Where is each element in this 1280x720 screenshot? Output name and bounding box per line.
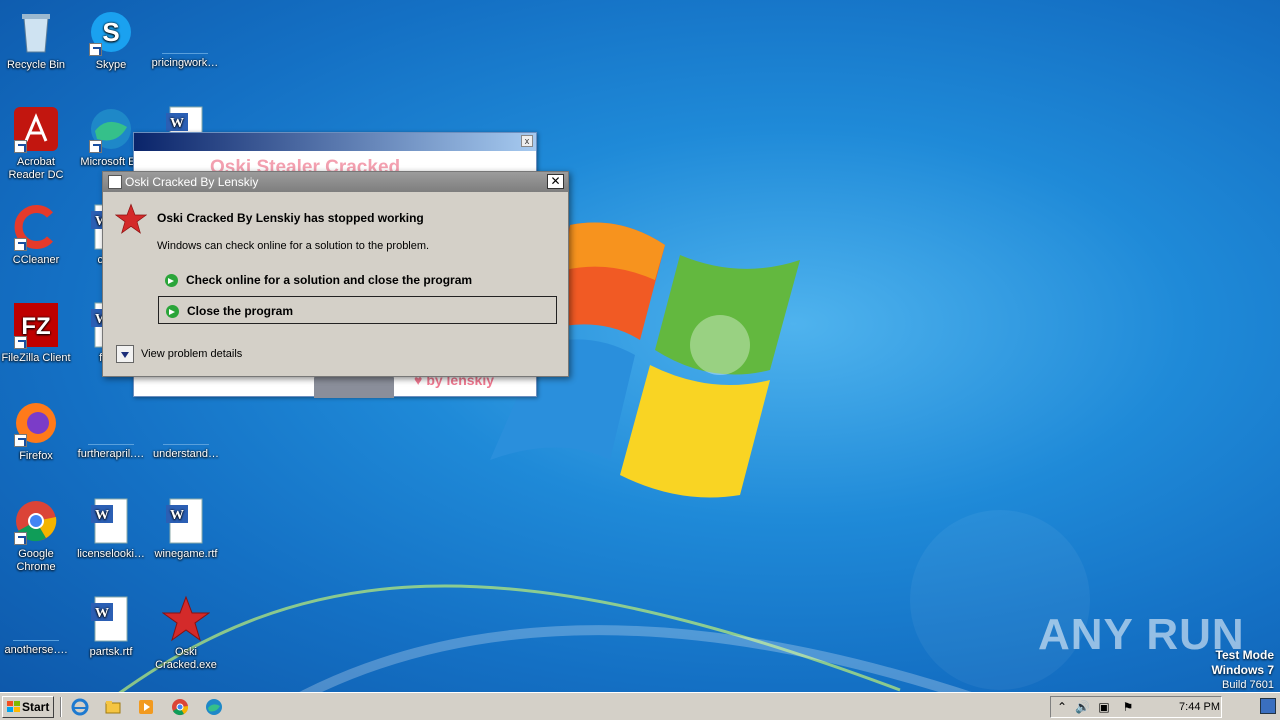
icon-label: CCleaner bbox=[12, 254, 60, 266]
network-icon[interactable]: ▣ bbox=[1097, 700, 1111, 714]
edge-icon bbox=[87, 105, 135, 153]
windows-flag-icon bbox=[7, 701, 20, 712]
dialog-close-button[interactable]: ✕ bbox=[547, 174, 564, 189]
chrome-icon bbox=[12, 497, 60, 545]
red-star-icon bbox=[162, 595, 210, 643]
desktop-icon-winegame[interactable]: W winegame.rtf bbox=[148, 497, 224, 561]
ccleaner-icon bbox=[12, 203, 60, 251]
icon-label: winegame.rtf bbox=[154, 548, 218, 560]
icon-label: Acrobat Reader DC bbox=[8, 156, 64, 181]
desktop-icon-anotherse[interactable]: anotherse…. bbox=[0, 595, 74, 657]
oski-stealer-titlebar[interactable]: x bbox=[134, 133, 536, 151]
acrobat-icon bbox=[12, 105, 60, 153]
desktop-icon-understand[interactable]: understand… bbox=[148, 399, 224, 461]
option-label: Check online for a solution and close th… bbox=[186, 273, 473, 287]
green-arrow-icon bbox=[165, 274, 178, 287]
icon-label: Recycle Bin bbox=[6, 59, 66, 71]
desktop-icon-oski-cracked[interactable]: Oski Cracked.exe bbox=[148, 595, 224, 672]
svg-text:W: W bbox=[170, 116, 184, 131]
blank-file-icon bbox=[162, 32, 208, 54]
icon-label: licenselooki… bbox=[77, 548, 145, 560]
oski-stealer-close-button[interactable]: x bbox=[521, 135, 533, 147]
icon-label: partsk.rtf bbox=[89, 646, 133, 658]
show-hidden-icons-icon[interactable]: ⌃ bbox=[1055, 700, 1069, 714]
close-program-option[interactable]: Close the program bbox=[158, 296, 557, 324]
icon-label: Oski Cracked.exe bbox=[155, 646, 217, 671]
dialog-message: Windows can check online for a solution … bbox=[157, 240, 430, 252]
icon-label: FileZilla Client bbox=[1, 352, 71, 364]
blank-file-icon bbox=[163, 423, 209, 445]
action-center-flag-icon[interactable]: ⚑ bbox=[1121, 700, 1135, 714]
icon-label: Skype bbox=[95, 59, 127, 71]
skype-icon: S bbox=[87, 8, 135, 56]
svg-text:W: W bbox=[95, 508, 109, 523]
desktop-icon-recycle-bin[interactable]: Recycle Bin bbox=[0, 8, 74, 72]
desktop-icon-licenselooki[interactable]: W licenselooki… bbox=[73, 497, 149, 561]
desktop-icon-acrobat[interactable]: Acrobat Reader DC bbox=[0, 105, 74, 182]
desktop-icon-furtherapril[interactable]: furtherapril.… bbox=[73, 399, 149, 461]
icon-label: Firefox bbox=[19, 450, 53, 462]
firefox-icon bbox=[12, 399, 60, 447]
desktop-icon-skype[interactable]: S Skype bbox=[73, 8, 149, 72]
edge-taskbar-icon[interactable] bbox=[205, 698, 223, 716]
ie-icon[interactable] bbox=[71, 698, 89, 716]
blank-file-icon bbox=[88, 423, 134, 445]
option-label: Close the program bbox=[187, 304, 294, 318]
desktop-icon-partsk[interactable]: W partsk.rtf bbox=[73, 595, 149, 659]
blank-file-icon bbox=[13, 619, 59, 641]
chrome-taskbar-icon[interactable] bbox=[171, 698, 189, 716]
show-desktop-button[interactable] bbox=[1260, 698, 1276, 714]
taskbar: Start ⌃ 🔊 ▣ ⚑ 7:44 PM bbox=[0, 692, 1280, 720]
svg-text:S: S bbox=[102, 17, 119, 47]
test-mode-label: Test Mode Windows 7 Build 7601 bbox=[1211, 648, 1274, 692]
icon-label: understand… bbox=[152, 448, 220, 460]
svg-text:W: W bbox=[95, 606, 109, 621]
icon-label: pricingwork… bbox=[151, 57, 219, 69]
desktop-icon-firefox[interactable]: Firefox bbox=[0, 399, 74, 463]
word-doc-icon: W bbox=[87, 497, 135, 545]
test-mode-line: Test Mode bbox=[1215, 648, 1274, 662]
icon-label: anotherse…. bbox=[4, 644, 68, 656]
desktop-icon-filezilla[interactable]: FZ FileZilla Client bbox=[0, 301, 74, 365]
view-problem-details-link[interactable]: View problem details bbox=[141, 348, 242, 360]
chevron-down-icon[interactable] bbox=[116, 345, 134, 363]
start-label: Start bbox=[22, 700, 50, 714]
clock[interactable]: 7:44 PM bbox=[1179, 701, 1220, 713]
desktop-icon-chrome[interactable]: Google Chrome bbox=[0, 497, 74, 574]
icon-label: Google Chrome bbox=[16, 548, 56, 573]
desktop-icon-ccleaner[interactable]: CCleaner bbox=[0, 203, 74, 267]
explorer-folder-icon[interactable] bbox=[104, 698, 122, 716]
green-arrow-icon bbox=[166, 305, 179, 318]
filezilla-icon: FZ bbox=[12, 301, 60, 349]
dialog-heading: Oski Cracked By Lenskiy has stopped work… bbox=[157, 211, 424, 225]
app-icon bbox=[108, 175, 122, 189]
dialog-titlebar[interactable]: Oski Cracked By Lenskiy ✕ bbox=[103, 172, 568, 192]
desktop-icon-pricingwork[interactable]: pricingwork… bbox=[147, 8, 223, 70]
start-button[interactable]: Start bbox=[2, 696, 54, 718]
taskbar-separator bbox=[60, 697, 62, 717]
check-online-option[interactable]: Check online for a solution and close th… bbox=[158, 266, 557, 294]
error-dialog[interactable]: Oski Cracked By Lenskiy ✕ Oski Cracked B… bbox=[102, 171, 569, 377]
build-line: Build 7601 bbox=[1222, 679, 1274, 691]
dialog-title: Oski Cracked By Lenskiy bbox=[125, 175, 259, 189]
media-player-icon[interactable] bbox=[137, 698, 155, 716]
recycle-bin-icon bbox=[12, 8, 60, 56]
svg-text:W: W bbox=[170, 508, 184, 523]
word-doc-icon: W bbox=[162, 497, 210, 545]
windows-version-line: Windows 7 bbox=[1211, 663, 1274, 677]
word-doc-icon: W bbox=[87, 595, 135, 643]
volume-icon[interactable]: 🔊 bbox=[1075, 700, 1090, 714]
icon-label: furtherapril.… bbox=[77, 448, 145, 460]
red-star-icon bbox=[115, 203, 147, 234]
